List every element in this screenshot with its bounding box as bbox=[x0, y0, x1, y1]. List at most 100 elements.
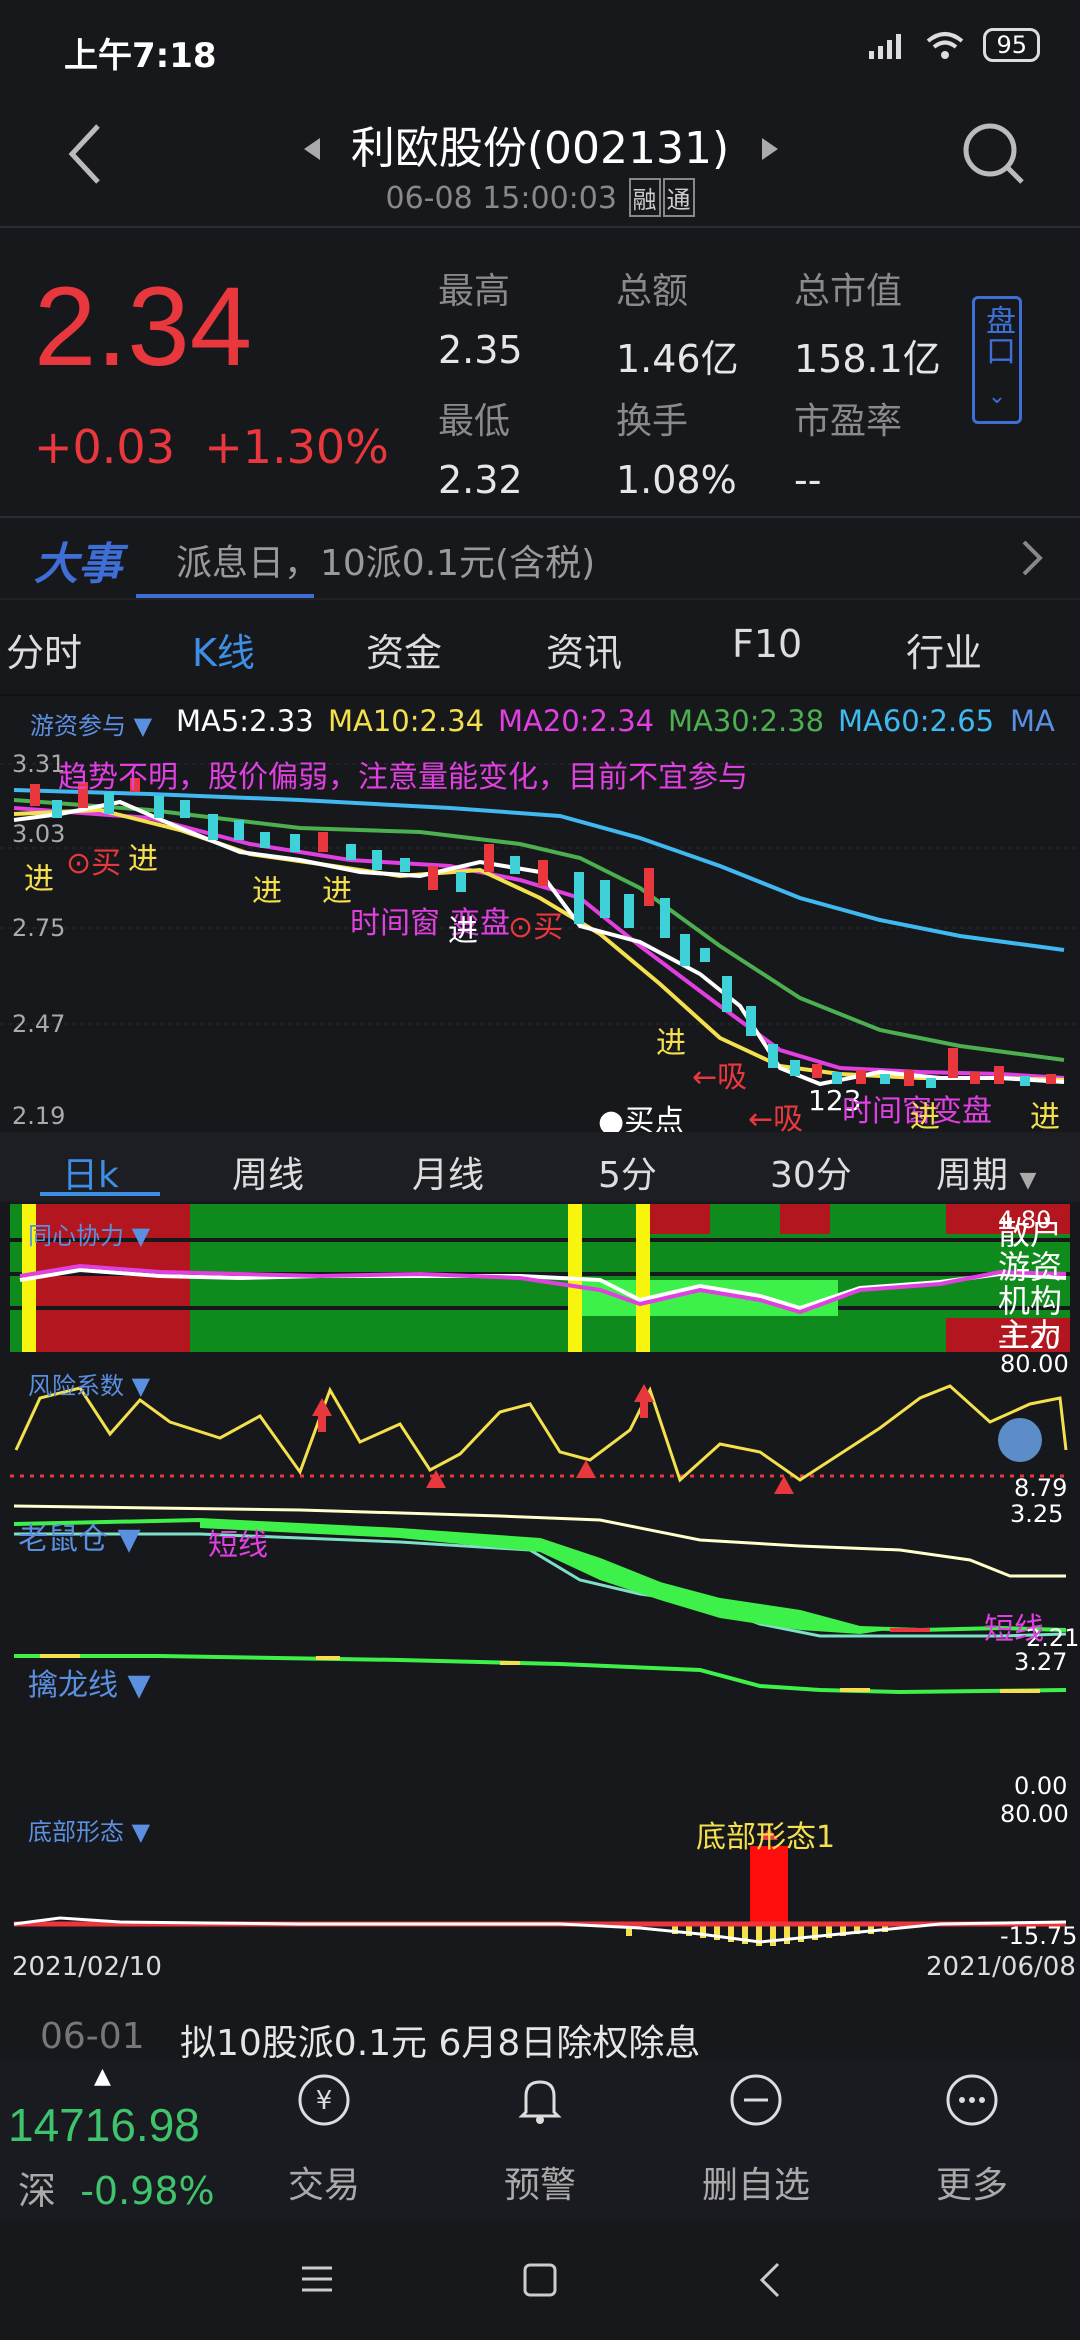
index-market: 深 bbox=[18, 2169, 57, 2213]
panel-name: 底部形态 bbox=[28, 1818, 124, 1846]
stat-value: -- bbox=[794, 458, 822, 502]
panel-selector[interactable]: 风险系数 ▼ bbox=[28, 1366, 150, 1401]
pankou-label: 盘口 bbox=[980, 305, 1015, 365]
change-percent: +1.30% bbox=[204, 420, 389, 474]
qinlong-panel[interactable] bbox=[0, 1650, 1080, 1800]
signal-jin: 进 bbox=[24, 862, 54, 897]
change-amount: +0.03 bbox=[34, 420, 175, 474]
stock-title: 利欧股份(002131) bbox=[350, 123, 730, 174]
signal-jin: 进 bbox=[128, 842, 158, 877]
divider bbox=[0, 598, 1080, 600]
panel-bottom-value: -15.75 bbox=[1000, 1922, 1078, 1950]
ma-more[interactable]: MA bbox=[1010, 704, 1055, 738]
ma-label: MA5: bbox=[176, 704, 250, 738]
signal-jin: 进 bbox=[1030, 1100, 1060, 1135]
panel-top-value: 80.00 bbox=[1000, 1800, 1069, 1828]
period-tabbar bbox=[0, 1132, 1080, 1202]
tab-daily[interactable]: 日k bbox=[62, 1146, 119, 1198]
signal-buy: ⊙买 bbox=[66, 846, 122, 881]
ma-label: MA20: bbox=[498, 704, 590, 738]
ma-value: 2.65 bbox=[929, 704, 995, 738]
alert-button[interactable]: 预警 bbox=[460, 2070, 620, 2208]
action-label: 预警 bbox=[503, 2165, 576, 2206]
pankou-button[interactable]: 盘口 ⌄ bbox=[972, 296, 1022, 424]
stat-label: 最高 bbox=[438, 271, 511, 312]
news-text[interactable]: 拟10股派0.1元 6月8日除权除息 bbox=[180, 2014, 700, 2066]
panel-selector[interactable]: 擒龙线 ▼ bbox=[28, 1660, 151, 1704]
panel-top-value: 3.25 bbox=[1010, 1500, 1064, 1528]
tab-fenshi[interactable]: 分时 bbox=[6, 622, 82, 677]
signal-jin: 进 bbox=[252, 874, 282, 909]
tab-industry[interactable]: 行业 bbox=[906, 622, 982, 677]
stat-label: 最低 bbox=[438, 401, 511, 442]
remove-watchlist-button[interactable]: 删自选 bbox=[676, 2070, 836, 2208]
y-tick: 2.19 bbox=[12, 1102, 66, 1130]
panel-sub-label: 短线 bbox=[208, 1528, 268, 1563]
panel-right-label: 短线 bbox=[984, 1612, 1044, 1647]
tab-monthly[interactable]: 月线 bbox=[412, 1146, 484, 1198]
signal-jin: 进 bbox=[656, 1026, 686, 1061]
tab-30min[interactable]: 30分 bbox=[770, 1146, 852, 1198]
minus-circle-icon bbox=[676, 2070, 836, 2146]
tongxin-panel[interactable] bbox=[0, 1200, 1080, 1356]
status-time: 上午7:18 bbox=[64, 36, 217, 76]
yen-circle-icon: ¥ bbox=[244, 2070, 404, 2146]
panel-name: 风险系数 bbox=[28, 1372, 124, 1400]
more-button[interactable]: 更多 bbox=[892, 2070, 1052, 2208]
tab-5min[interactable]: 5分 bbox=[598, 1146, 657, 1198]
chevron-right-icon[interactable] bbox=[1020, 538, 1044, 578]
index-change-value: -0.98% bbox=[80, 2169, 215, 2213]
tab-weekly[interactable]: 周线 bbox=[232, 1146, 304, 1198]
ma10-legend: MA10:2.34 bbox=[328, 704, 484, 738]
ma5-legend: MA5:2.33 bbox=[176, 704, 314, 738]
back-icon[interactable] bbox=[756, 2260, 782, 2300]
ma-value: 2.34 bbox=[419, 704, 485, 738]
ma-label: MA30: bbox=[668, 704, 760, 738]
panel-selector[interactable]: 底部形态 ▼ bbox=[28, 1812, 150, 1847]
stat-value: 2.32 bbox=[438, 458, 523, 502]
indicator-selector[interactable]: 游资参与 ▼ bbox=[30, 706, 152, 741]
trade-button[interactable]: ¥ 交易 bbox=[244, 2070, 404, 2208]
stat-label: 市盈率 bbox=[794, 401, 903, 442]
tab-funds[interactable]: 资金 bbox=[366, 622, 442, 677]
signal-icon bbox=[869, 34, 902, 59]
ma20-legend: MA20:2.34 bbox=[498, 704, 654, 738]
panel-selector[interactable]: 同心协力 ▼ bbox=[28, 1216, 150, 1251]
index-value[interactable]: 14716.98 bbox=[8, 2098, 200, 2152]
svg-text:¥: ¥ bbox=[316, 2086, 333, 2116]
event-text[interactable]: 派息日，10派0.1元(含税) bbox=[176, 534, 595, 586]
home-icon[interactable] bbox=[522, 2262, 558, 2298]
tab-news[interactable]: 资讯 bbox=[546, 622, 622, 677]
signal-timewindow: 时间窗 bbox=[350, 906, 440, 941]
price-change: +0.03 +1.30% bbox=[34, 420, 389, 474]
indicator-name: 游资参与 bbox=[30, 712, 126, 740]
ma-value: 2.38 bbox=[759, 704, 825, 738]
panel-name: 同心协力 bbox=[28, 1222, 124, 1250]
tab-kline[interactable]: K线 bbox=[192, 622, 255, 677]
datetime-text: 06-08 15:00:03 bbox=[385, 181, 617, 216]
panel-top-value: 3.27 bbox=[1014, 1648, 1068, 1676]
divider bbox=[0, 226, 1080, 228]
quote-datetime: 06-08 15:00:03 融通 bbox=[0, 178, 1080, 217]
risk-panel[interactable] bbox=[0, 1360, 1080, 1500]
signal-buy: ⊙买 bbox=[508, 910, 564, 945]
tab-f10[interactable]: F10 bbox=[732, 622, 802, 666]
stat-label: 换手 bbox=[616, 401, 689, 442]
bottom-pattern-panel[interactable] bbox=[0, 1806, 1080, 1952]
divider bbox=[0, 516, 1080, 518]
stat-label: 总市值 bbox=[794, 271, 903, 312]
panel-bottom-value: 0.00 bbox=[1014, 1772, 1068, 1800]
action-label: 交易 bbox=[287, 2165, 360, 2206]
trend-banner: 趋势不明，股价偏弱，注意量能变化，目前不宜参与 bbox=[58, 760, 748, 795]
ma60-legend: MA60:2.65 bbox=[838, 704, 994, 738]
signal-jin: 进 bbox=[448, 914, 478, 949]
menu-icon[interactable] bbox=[300, 2262, 334, 2296]
ma-value: 2.34 bbox=[589, 704, 655, 738]
triangle-down-icon: ▼ bbox=[1019, 1168, 1037, 1193]
index-change: 深 -0.98% bbox=[18, 2160, 215, 2215]
rat-panel[interactable] bbox=[0, 1500, 1080, 1650]
signal-xi: ←吸 bbox=[692, 1060, 748, 1095]
tab-period[interactable]: 周期 ▼ bbox=[936, 1146, 1036, 1198]
panel-selector[interactable]: 老鼠仓 ▼ bbox=[18, 1514, 141, 1558]
y-tick: 3.03 bbox=[12, 820, 66, 848]
